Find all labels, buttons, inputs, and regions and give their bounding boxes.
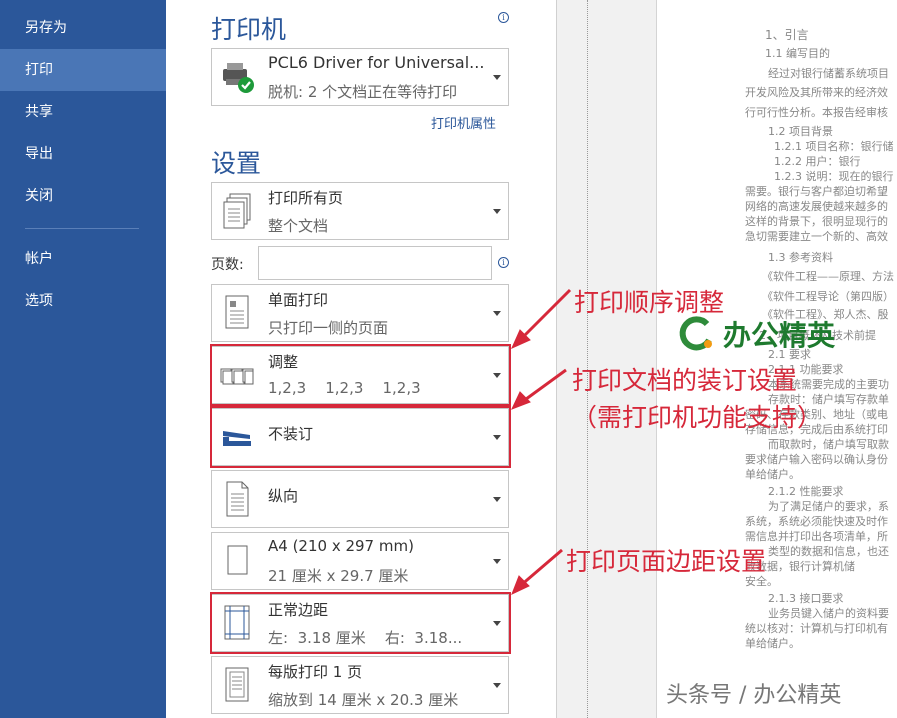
arrow-binding (521, 368, 567, 404)
watermark: 头条号 / 办公精英 (666, 683, 842, 708)
annotation-binding-line1: 打印文档的装订设置 (572, 366, 798, 395)
annotation-order: 打印顺序调整 (574, 288, 725, 317)
annotation-binding-line2: （需打印机功能支持） (572, 403, 823, 432)
annotation-margins: 打印页面边距设置 (566, 547, 767, 576)
arrowhead-binding (511, 391, 531, 410)
annotation-arrows (511, 288, 572, 595)
arrow-margins (519, 548, 563, 588)
arrow-order (518, 288, 572, 342)
